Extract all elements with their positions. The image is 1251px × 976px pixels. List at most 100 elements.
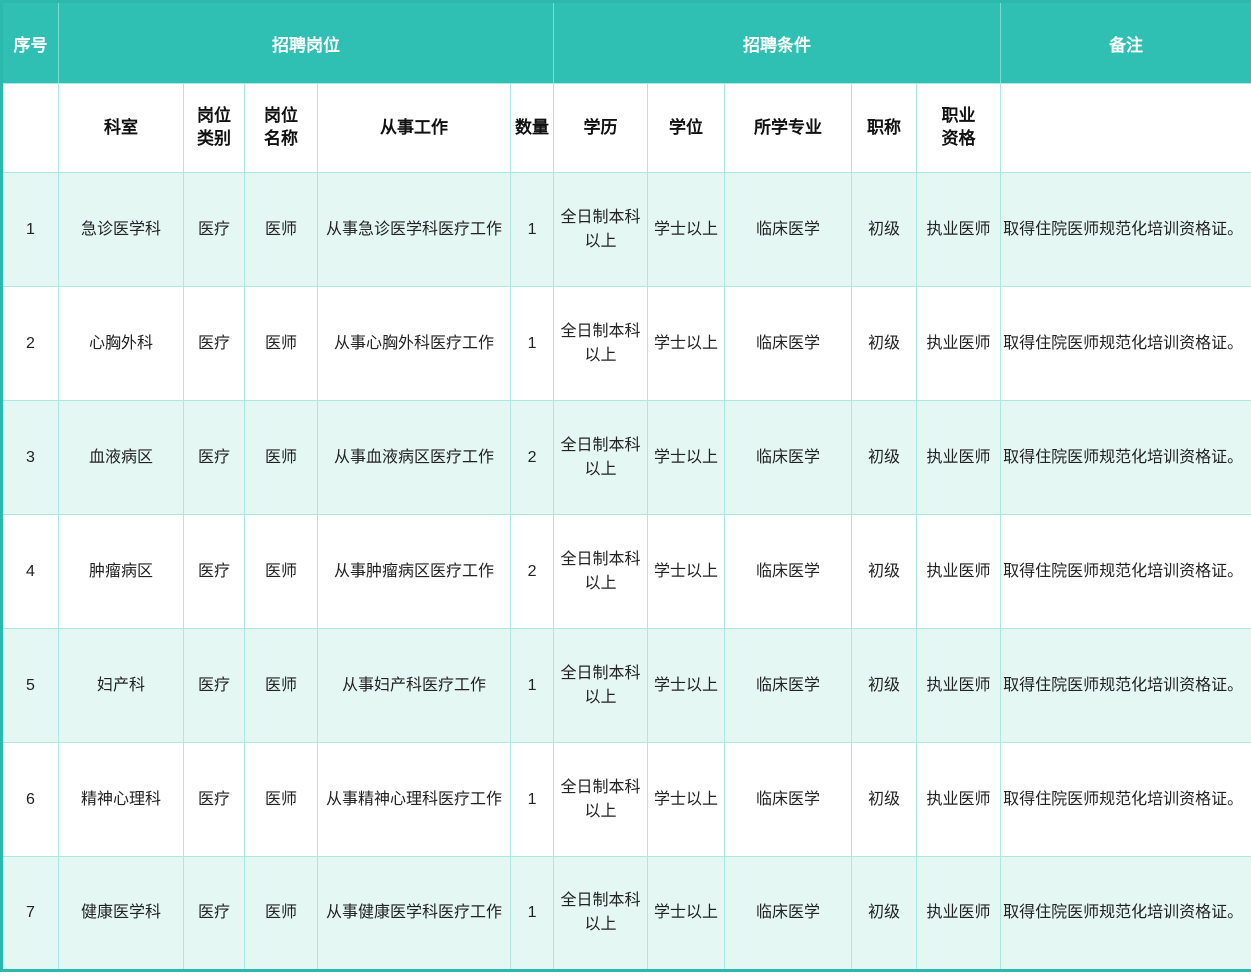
table-row: 5 妇产科 医疗 医师 从事妇产科医疗工作 1 全日制本科以上 学士以上 临床医… (2, 629, 1251, 743)
cell-position-category: 医疗 (184, 515, 245, 629)
cell-position-name: 医师 (245, 743, 318, 857)
cell-quantity: 1 (511, 629, 554, 743)
cell-remark: 取得住院医师规范化培训资格证。 (1001, 515, 1251, 629)
table-row: 1 急诊医学科 医疗 医师 从事急诊医学科医疗工作 1 全日制本科以上 学士以上… (2, 173, 1251, 287)
cell-department: 血液病区 (59, 401, 184, 515)
cell-major: 临床医学 (725, 857, 852, 971)
cell-quantity: 1 (511, 287, 554, 401)
cell-degree: 学士以上 (648, 515, 725, 629)
cell-major: 临床医学 (725, 287, 852, 401)
cell-serial: 7 (2, 857, 59, 971)
cell-work: 从事健康医学科医疗工作 (318, 857, 511, 971)
cell-position-name: 医师 (245, 515, 318, 629)
cell-position-category: 医疗 (184, 743, 245, 857)
cell-serial: 3 (2, 401, 59, 515)
cell-position-name: 医师 (245, 857, 318, 971)
cell-position-name: 医师 (245, 401, 318, 515)
cell-position-name: 医师 (245, 629, 318, 743)
cell-education: 全日制本科以上 (554, 629, 648, 743)
cell-major: 临床医学 (725, 401, 852, 515)
header-recruit-position-group: 招聘岗位 (59, 2, 554, 84)
cell-serial: 4 (2, 515, 59, 629)
cell-remark: 取得住院医师规范化培训资格证。 (1001, 287, 1251, 401)
cell-education: 全日制本科以上 (554, 173, 648, 287)
cell-education: 全日制本科以上 (554, 401, 648, 515)
cell-serial: 6 (2, 743, 59, 857)
cell-department: 妇产科 (59, 629, 184, 743)
cell-title: 初级 (852, 629, 917, 743)
cell-position-category: 医疗 (184, 629, 245, 743)
cell-education: 全日制本科以上 (554, 287, 648, 401)
subheader-qualification: 职业 资格 (917, 84, 1001, 173)
cell-remark: 取得住院医师规范化培训资格证。 (1001, 629, 1251, 743)
cell-quantity: 1 (511, 173, 554, 287)
subheader-major: 所学专业 (725, 84, 852, 173)
cell-qualification: 执业医师 (917, 743, 1001, 857)
table-body: 1 急诊医学科 医疗 医师 从事急诊医学科医疗工作 1 全日制本科以上 学士以上… (2, 173, 1251, 971)
cell-title: 初级 (852, 401, 917, 515)
header-serial: 序号 (2, 2, 59, 84)
subheader-work: 从事工作 (318, 84, 511, 173)
cell-degree: 学士以上 (648, 287, 725, 401)
subheader-education: 学历 (554, 84, 648, 173)
header-recruit-conditions-group: 招聘条件 (554, 2, 1001, 84)
cell-quantity: 1 (511, 857, 554, 971)
cell-qualification: 执业医师 (917, 857, 1001, 971)
cell-title: 初级 (852, 857, 917, 971)
cell-qualification: 执业医师 (917, 287, 1001, 401)
cell-department: 健康医学科 (59, 857, 184, 971)
cell-degree: 学士以上 (648, 173, 725, 287)
cell-title: 初级 (852, 515, 917, 629)
cell-work: 从事心胸外科医疗工作 (318, 287, 511, 401)
cell-work: 从事急诊医学科医疗工作 (318, 173, 511, 287)
cell-serial: 5 (2, 629, 59, 743)
cell-quantity: 2 (511, 515, 554, 629)
cell-department: 心胸外科 (59, 287, 184, 401)
cell-education: 全日制本科以上 (554, 515, 648, 629)
table-row: 2 心胸外科 医疗 医师 从事心胸外科医疗工作 1 全日制本科以上 学士以上 临… (2, 287, 1251, 401)
cell-education: 全日制本科以上 (554, 857, 648, 971)
subheader-position-category: 岗位 类别 (184, 84, 245, 173)
cell-degree: 学士以上 (648, 401, 725, 515)
table-row: 6 精神心理科 医疗 医师 从事精神心理科医疗工作 1 全日制本科以上 学士以上… (2, 743, 1251, 857)
header-remark: 备注 (1001, 2, 1251, 84)
cell-degree: 学士以上 (648, 629, 725, 743)
cell-degree: 学士以上 (648, 743, 725, 857)
cell-work: 从事精神心理科医疗工作 (318, 743, 511, 857)
subheader-empty-remark (1001, 84, 1251, 173)
subheader-empty-serial (2, 84, 59, 173)
subheader-title: 职称 (852, 84, 917, 173)
cell-title: 初级 (852, 173, 917, 287)
cell-department: 肿瘤病区 (59, 515, 184, 629)
cell-position-category: 医疗 (184, 857, 245, 971)
table-row: 7 健康医学科 医疗 医师 从事健康医学科医疗工作 1 全日制本科以上 学士以上… (2, 857, 1251, 971)
cell-remark: 取得住院医师规范化培训资格证。 (1001, 743, 1251, 857)
cell-qualification: 执业医师 (917, 629, 1001, 743)
cell-major: 临床医学 (725, 515, 852, 629)
cell-position-category: 医疗 (184, 287, 245, 401)
cell-serial: 1 (2, 173, 59, 287)
subheader-degree: 学位 (648, 84, 725, 173)
recruitment-table: 序号 招聘岗位 招聘条件 备注 科室 岗位 类别 岗位 名称 从事工作 数量 学… (0, 0, 1251, 972)
cell-remark: 取得住院医师规范化培训资格证。 (1001, 173, 1251, 287)
cell-position-name: 医师 (245, 287, 318, 401)
cell-degree: 学士以上 (648, 857, 725, 971)
column-header-row: 科室 岗位 类别 岗位 名称 从事工作 数量 学历 学位 所学专业 职称 职业 … (2, 84, 1251, 173)
cell-major: 临床医学 (725, 629, 852, 743)
cell-work: 从事血液病区医疗工作 (318, 401, 511, 515)
subheader-quantity: 数量 (511, 84, 554, 173)
cell-quantity: 2 (511, 401, 554, 515)
cell-education: 全日制本科以上 (554, 743, 648, 857)
group-header-row: 序号 招聘岗位 招聘条件 备注 (2, 2, 1251, 84)
table-row: 4 肿瘤病区 医疗 医师 从事肿瘤病区医疗工作 2 全日制本科以上 学士以上 临… (2, 515, 1251, 629)
subheader-position-name: 岗位 名称 (245, 84, 318, 173)
cell-serial: 2 (2, 287, 59, 401)
cell-remark: 取得住院医师规范化培训资格证。 (1001, 401, 1251, 515)
cell-major: 临床医学 (725, 173, 852, 287)
cell-position-category: 医疗 (184, 401, 245, 515)
cell-major: 临床医学 (725, 743, 852, 857)
cell-title: 初级 (852, 287, 917, 401)
cell-qualification: 执业医师 (917, 401, 1001, 515)
cell-work: 从事肿瘤病区医疗工作 (318, 515, 511, 629)
cell-department: 精神心理科 (59, 743, 184, 857)
